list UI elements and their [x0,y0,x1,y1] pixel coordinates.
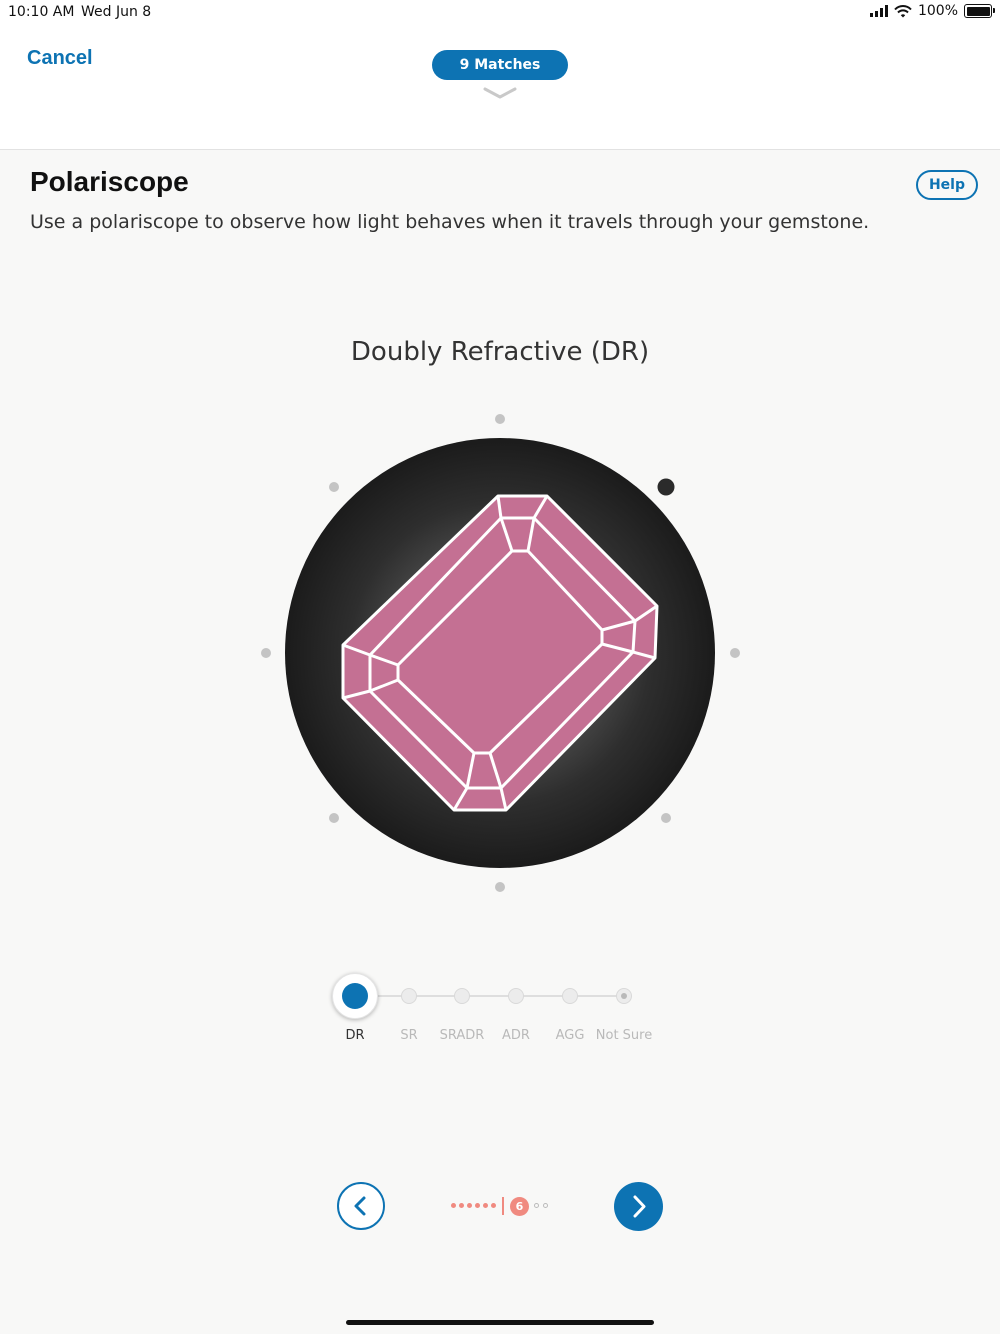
progress-dot [451,1203,456,1208]
polariscope-view[interactable] [250,400,750,910]
status-date: Wed Jun 8 [81,4,152,20]
chevron-right-icon [633,1195,646,1218]
progress-dot [475,1203,480,1208]
status-time: 10:10 AM [8,4,75,20]
chevron-left-icon [354,1196,366,1216]
refraction-slider[interactable]: DR SR SRADR ADR AGG Not Sure [330,970,670,1050]
rotation-marker [261,648,271,658]
chevron-down-icon[interactable] [483,86,517,100]
slider-stop-agg[interactable] [562,988,578,1004]
help-button[interactable]: Help [916,170,978,200]
cellular-signal-icon [869,5,888,17]
previous-button[interactable] [337,1182,385,1230]
rotation-marker [661,813,671,823]
progress-dot [459,1203,464,1208]
slider-stop-not-sure[interactable] [616,988,632,1004]
cancel-button[interactable]: Cancel [27,47,93,70]
next-button[interactable] [614,1182,663,1231]
page-title: Polariscope [30,166,189,197]
slider-stop-sr[interactable] [401,988,417,1004]
slider-stop-adr[interactable] [508,988,524,1004]
rotation-marker [495,414,505,424]
progress-dot [483,1203,488,1208]
progress-divider [502,1197,504,1215]
slider-thumb[interactable] [332,973,378,1019]
progress-dot-remaining [534,1203,539,1208]
status-indicators: 100% [869,3,995,19]
wifi-icon [894,4,912,17]
progress-dot-remaining [543,1203,548,1208]
rotation-marker [495,882,505,892]
matches-button[interactable]: 9 Matches [432,50,568,80]
status-bar: 10:10 AM Wed Jun 8 100% [0,0,1000,26]
progress-dot [491,1203,496,1208]
rotation-marker [329,482,339,492]
slider-track[interactable] [354,995,624,997]
slider-label-not-sure[interactable]: Not Sure [589,1028,659,1043]
rotation-marker [730,648,740,658]
rotation-marker-active [657,478,675,496]
current-step-badge: 6 [510,1197,529,1216]
battery-percent: 100% [917,3,958,19]
top-header: Cancel 9 Matches [0,26,1000,150]
battery-icon [964,4,995,18]
slider-stop-sradr[interactable] [454,988,470,1004]
progress-dot [467,1203,472,1208]
rotation-marker [329,813,339,823]
selection-label: Doubly Refractive (DR) [350,337,650,367]
home-indicator[interactable] [346,1320,654,1325]
page-subtitle: Use a polariscope to observe how light b… [30,211,870,233]
